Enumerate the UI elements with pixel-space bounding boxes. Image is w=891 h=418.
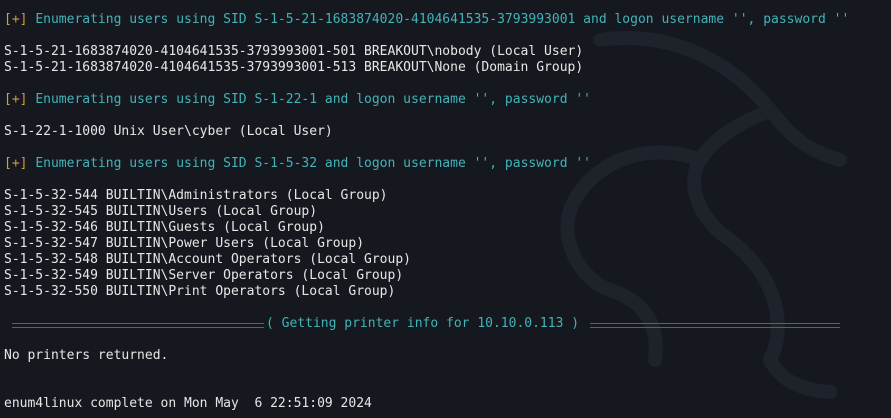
section-header-text: Enumerating users using SID S-1-22-1 and… — [35, 92, 592, 107]
printer-result: No printers returned. — [4, 348, 169, 363]
section-header-text: Enumerating users using SID S-1-5-32 and… — [35, 156, 592, 171]
output-line: S-1-5-21-1683874020-4104641535-379399300… — [4, 44, 584, 59]
output-line: S-1-22-1-1000 Unix User\cyber (Local Use… — [4, 124, 333, 139]
section-header: [+] Enumerating users using SID S-1-22-1… — [4, 92, 591, 108]
section-header: [+] Enumerating users using SID S-1-5-21… — [4, 12, 849, 28]
output-line: S-1-5-32-545 BUILTIN\Users (Local Group) — [4, 204, 318, 219]
status-tag: [+] — [4, 12, 28, 27]
output-line: S-1-5-32-544 BUILTIN\Administrators (Loc… — [4, 188, 388, 203]
terminal-window[interactable]: [+] Enumerating users using SID S-1-5-21… — [0, 0, 891, 418]
output-line: S-1-5-21-1683874020-4104641535-379399300… — [4, 60, 584, 75]
separator-title: ( Getting printer info for 10.10.0.113 ) — [266, 316, 580, 331]
output-line: S-1-5-32-549 BUILTIN\Server Operators (L… — [4, 268, 404, 283]
separator-rule-right — [590, 323, 840, 328]
output-line: S-1-5-32-548 BUILTIN\Account Operators (… — [4, 252, 411, 267]
status-tag: [+] — [4, 92, 28, 107]
kali-dragon-watermark — [560, 31, 847, 399]
output-line: S-1-5-32-547 BUILTIN\Power Users (Local … — [4, 236, 365, 251]
separator-rule-left — [12, 323, 264, 328]
section-separator: ( Getting printer info for 10.10.0.113 ) — [12, 316, 852, 332]
output-line: S-1-5-32-546 BUILTIN\Guests (Local Group… — [4, 220, 325, 235]
section-header: [+] Enumerating users using SID S-1-5-32… — [4, 156, 591, 172]
status-tag: [+] — [4, 156, 28, 171]
completion-message: enum4linux complete on Mon May 6 22:51:0… — [4, 396, 372, 411]
section-header-text: Enumerating users using SID S-1-5-21-168… — [35, 12, 850, 27]
output-line: S-1-5-32-550 BUILTIN\Print Operators (Lo… — [4, 284, 396, 299]
